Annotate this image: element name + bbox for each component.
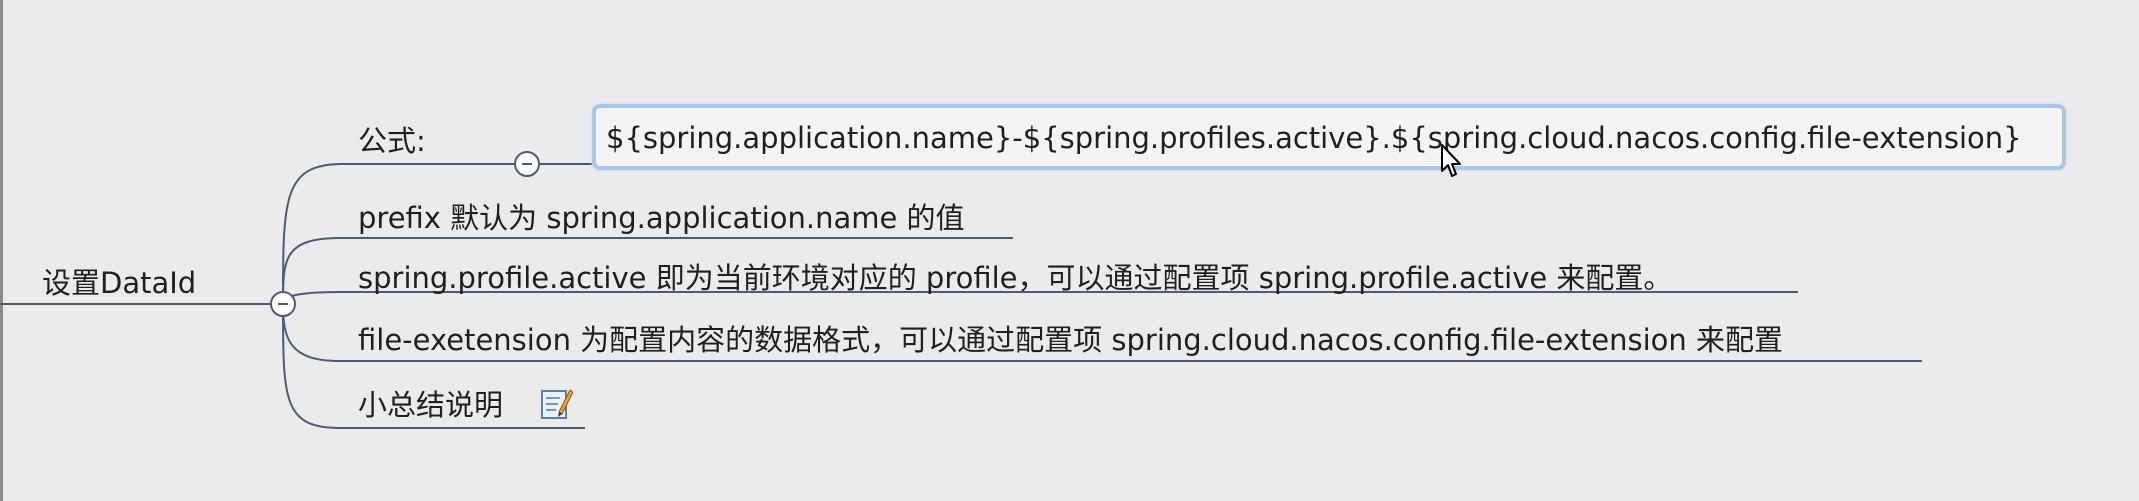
branch-node-prefix[interactable]: prefix 默认为 spring.application.name 的值 xyxy=(358,200,965,236)
memo-icon xyxy=(541,389,573,419)
branch-node-formula[interactable]: 公式: xyxy=(358,123,426,159)
branch-node-file-extension[interactable]: file-exetension 为配置内容的数据格式，可以通过配置项 sprin… xyxy=(358,322,1783,358)
root-collapse-button[interactable] xyxy=(270,291,296,317)
mindmap-canvas: 设置DataId 公式: ${spring.application.name}-… xyxy=(0,0,2139,501)
formula-collapse-button[interactable] xyxy=(514,151,540,177)
formula-node-text: ${spring.application.name}-${spring.prof… xyxy=(606,121,2022,155)
root-node[interactable]: 设置DataId xyxy=(42,265,196,301)
branch-curve-5 xyxy=(282,303,341,429)
branch-node-profile-active[interactable]: spring.profile.active 即为当前环境对应的 profile，… xyxy=(358,260,1672,296)
connector-lines xyxy=(0,163,1922,429)
branch-node-summary[interactable]: 小总结说明 xyxy=(358,387,503,423)
branch-curve-1 xyxy=(282,163,341,305)
mouse-pointer-icon xyxy=(1441,144,1461,177)
